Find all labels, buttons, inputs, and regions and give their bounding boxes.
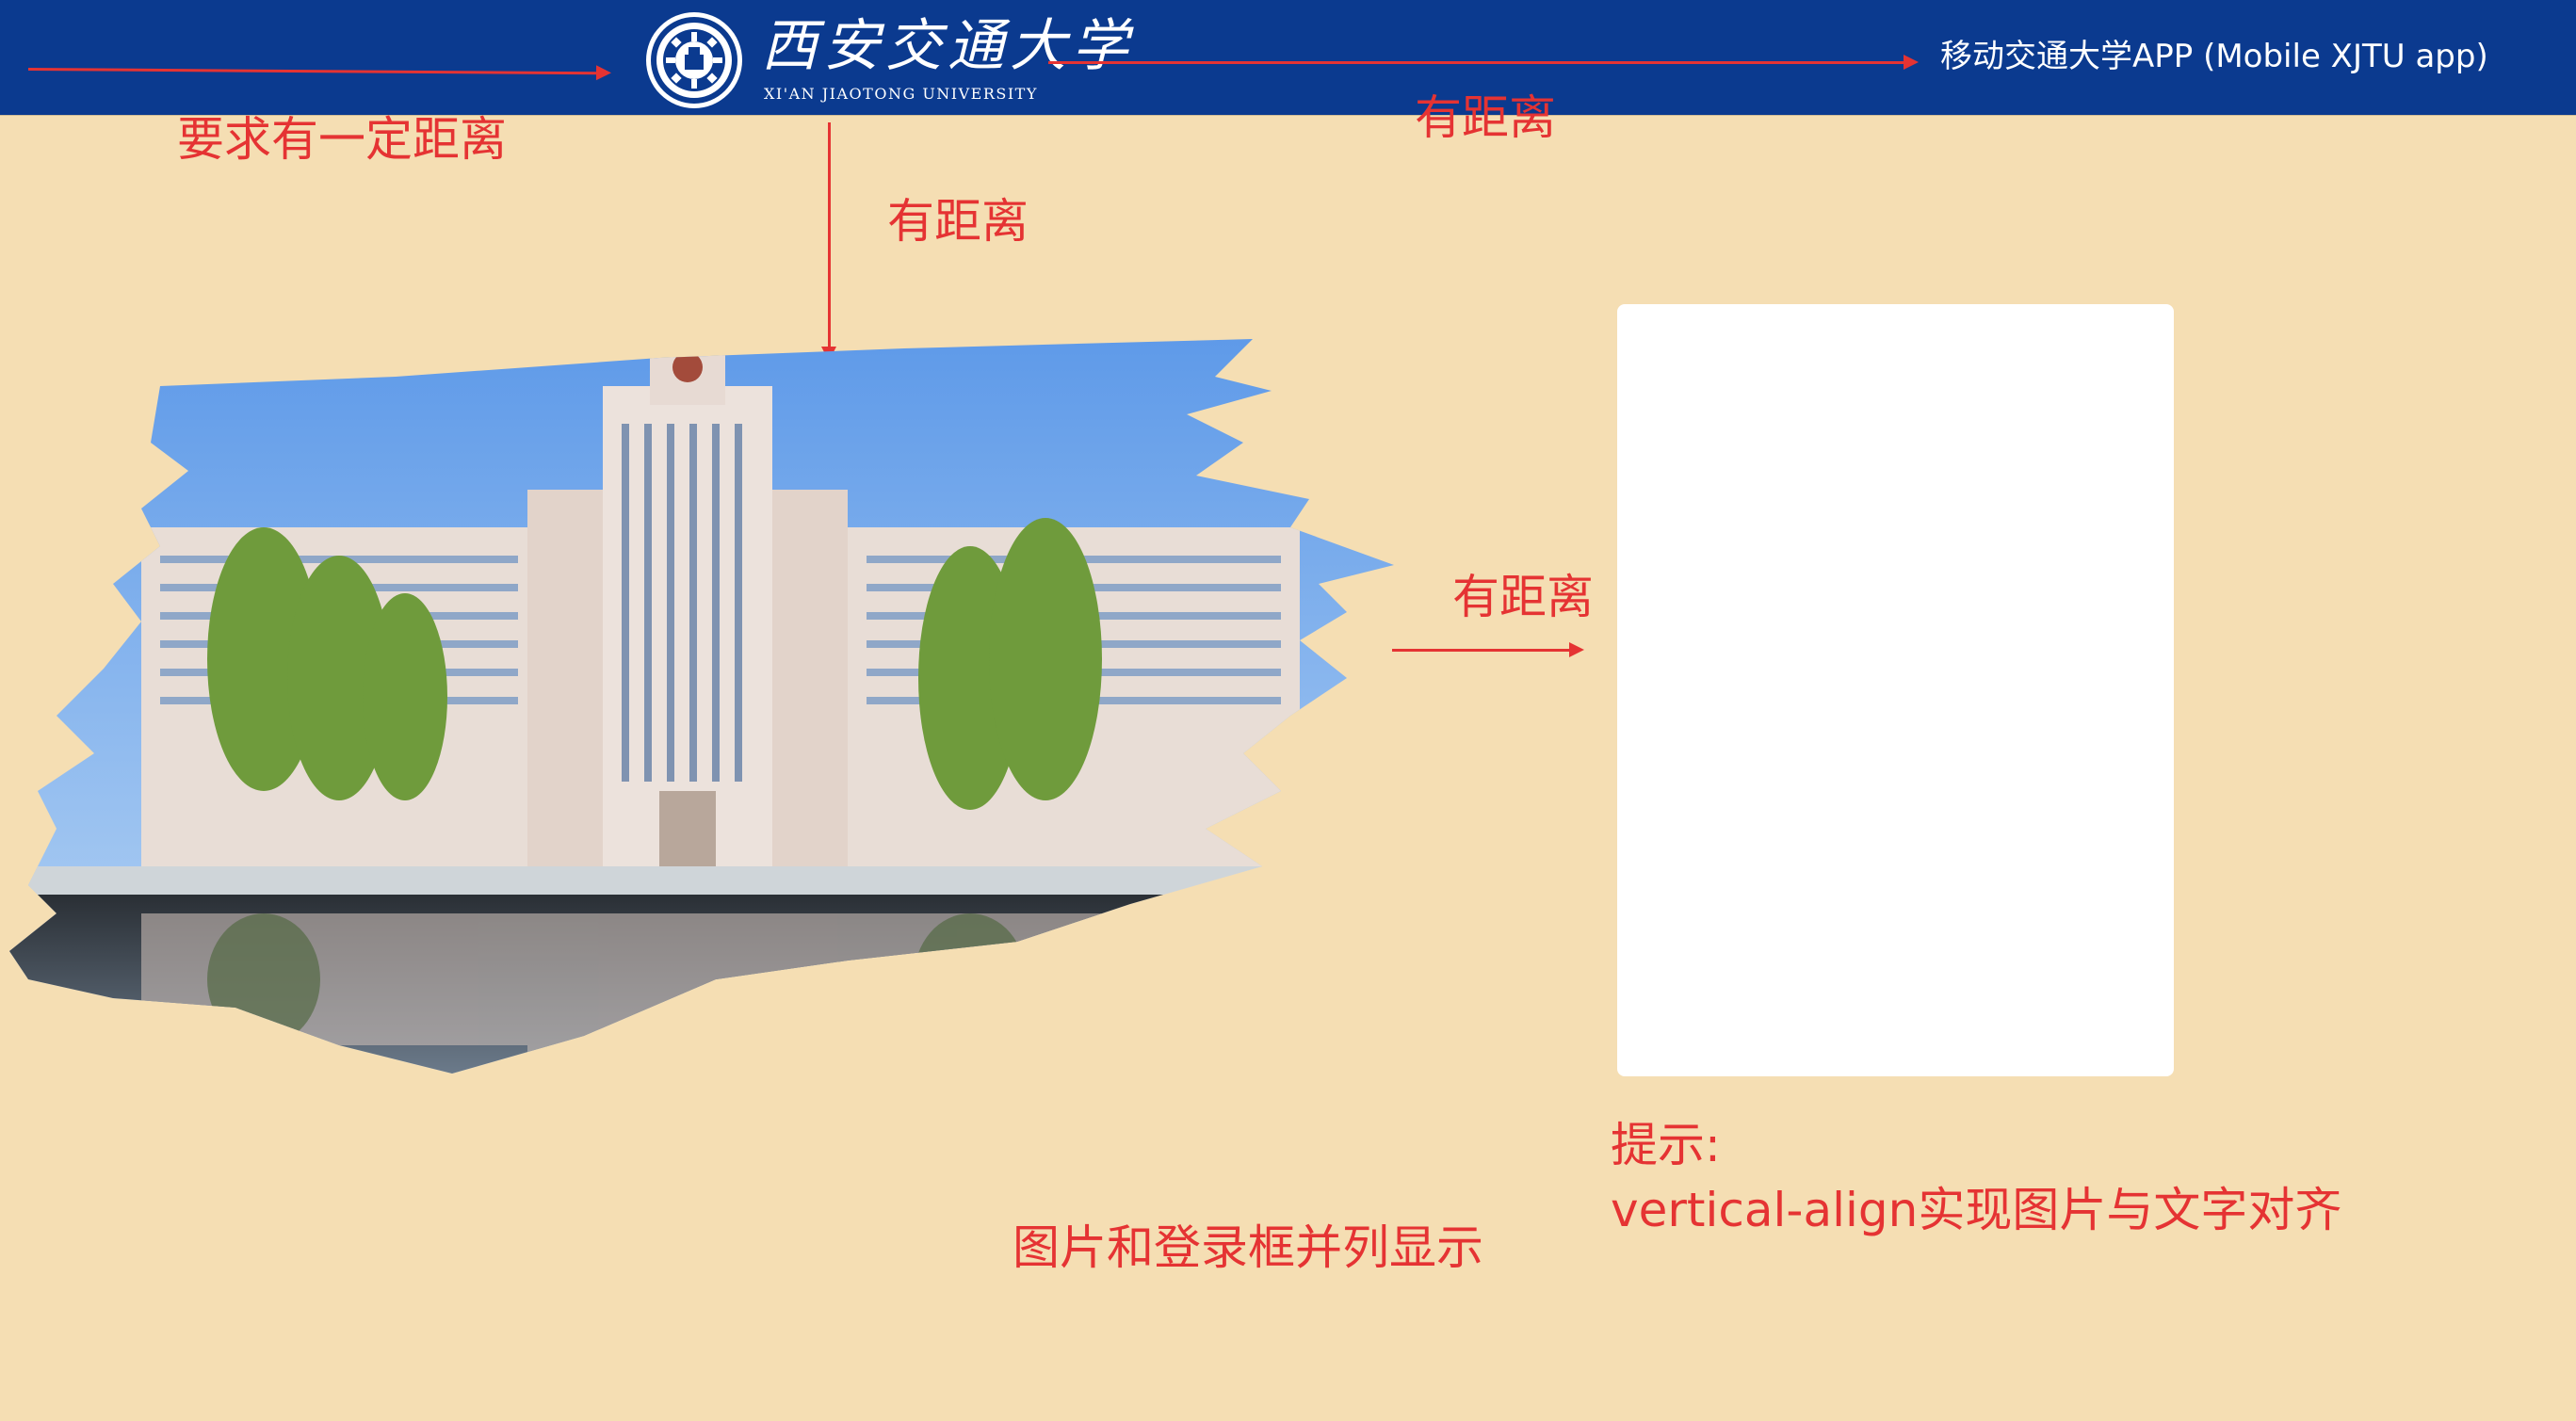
tip-body: vertical-align实现图片与文字对齐 xyxy=(1611,1183,2342,1237)
side-by-side-label: 图片和登录框并列显示 xyxy=(1013,1220,1483,1275)
left-gap-label: 要求有一定距离 xyxy=(177,112,507,167)
tip-title: 提示: xyxy=(1611,1118,1721,1172)
middle-gap-label: 有距离 xyxy=(1452,570,1594,624)
campus-building-photo xyxy=(9,339,1394,1074)
right-gap-arrow xyxy=(1048,55,1919,70)
university-logo[interactable]: 西安交通大学 XI'AN JIAOTONG UNIVERSITY xyxy=(643,8,1128,108)
university-name-en: XI'AN JIAOTONG UNIVERSITY xyxy=(764,85,1038,103)
login-box[interactable] xyxy=(1617,304,2174,1076)
university-emblem-icon xyxy=(646,12,742,108)
university-name-cn: 西安交通大学 xyxy=(761,13,1134,79)
top-gap-label: 有距离 xyxy=(887,194,1029,249)
mobile-app-link[interactable]: 移动交通大学APP (Mobile XJTU app) xyxy=(1940,36,2488,77)
right-gap-label: 有距离 xyxy=(1415,90,1556,145)
page: 西安交通大学 XI'AN JIAOTONG UNIVERSITY 移动交通大学A… xyxy=(0,0,2576,1421)
middle-gap-arrow xyxy=(1392,642,1584,657)
top-navbar: 西安交通大学 XI'AN JIAOTONG UNIVERSITY 移动交通大学A… xyxy=(0,0,2576,115)
